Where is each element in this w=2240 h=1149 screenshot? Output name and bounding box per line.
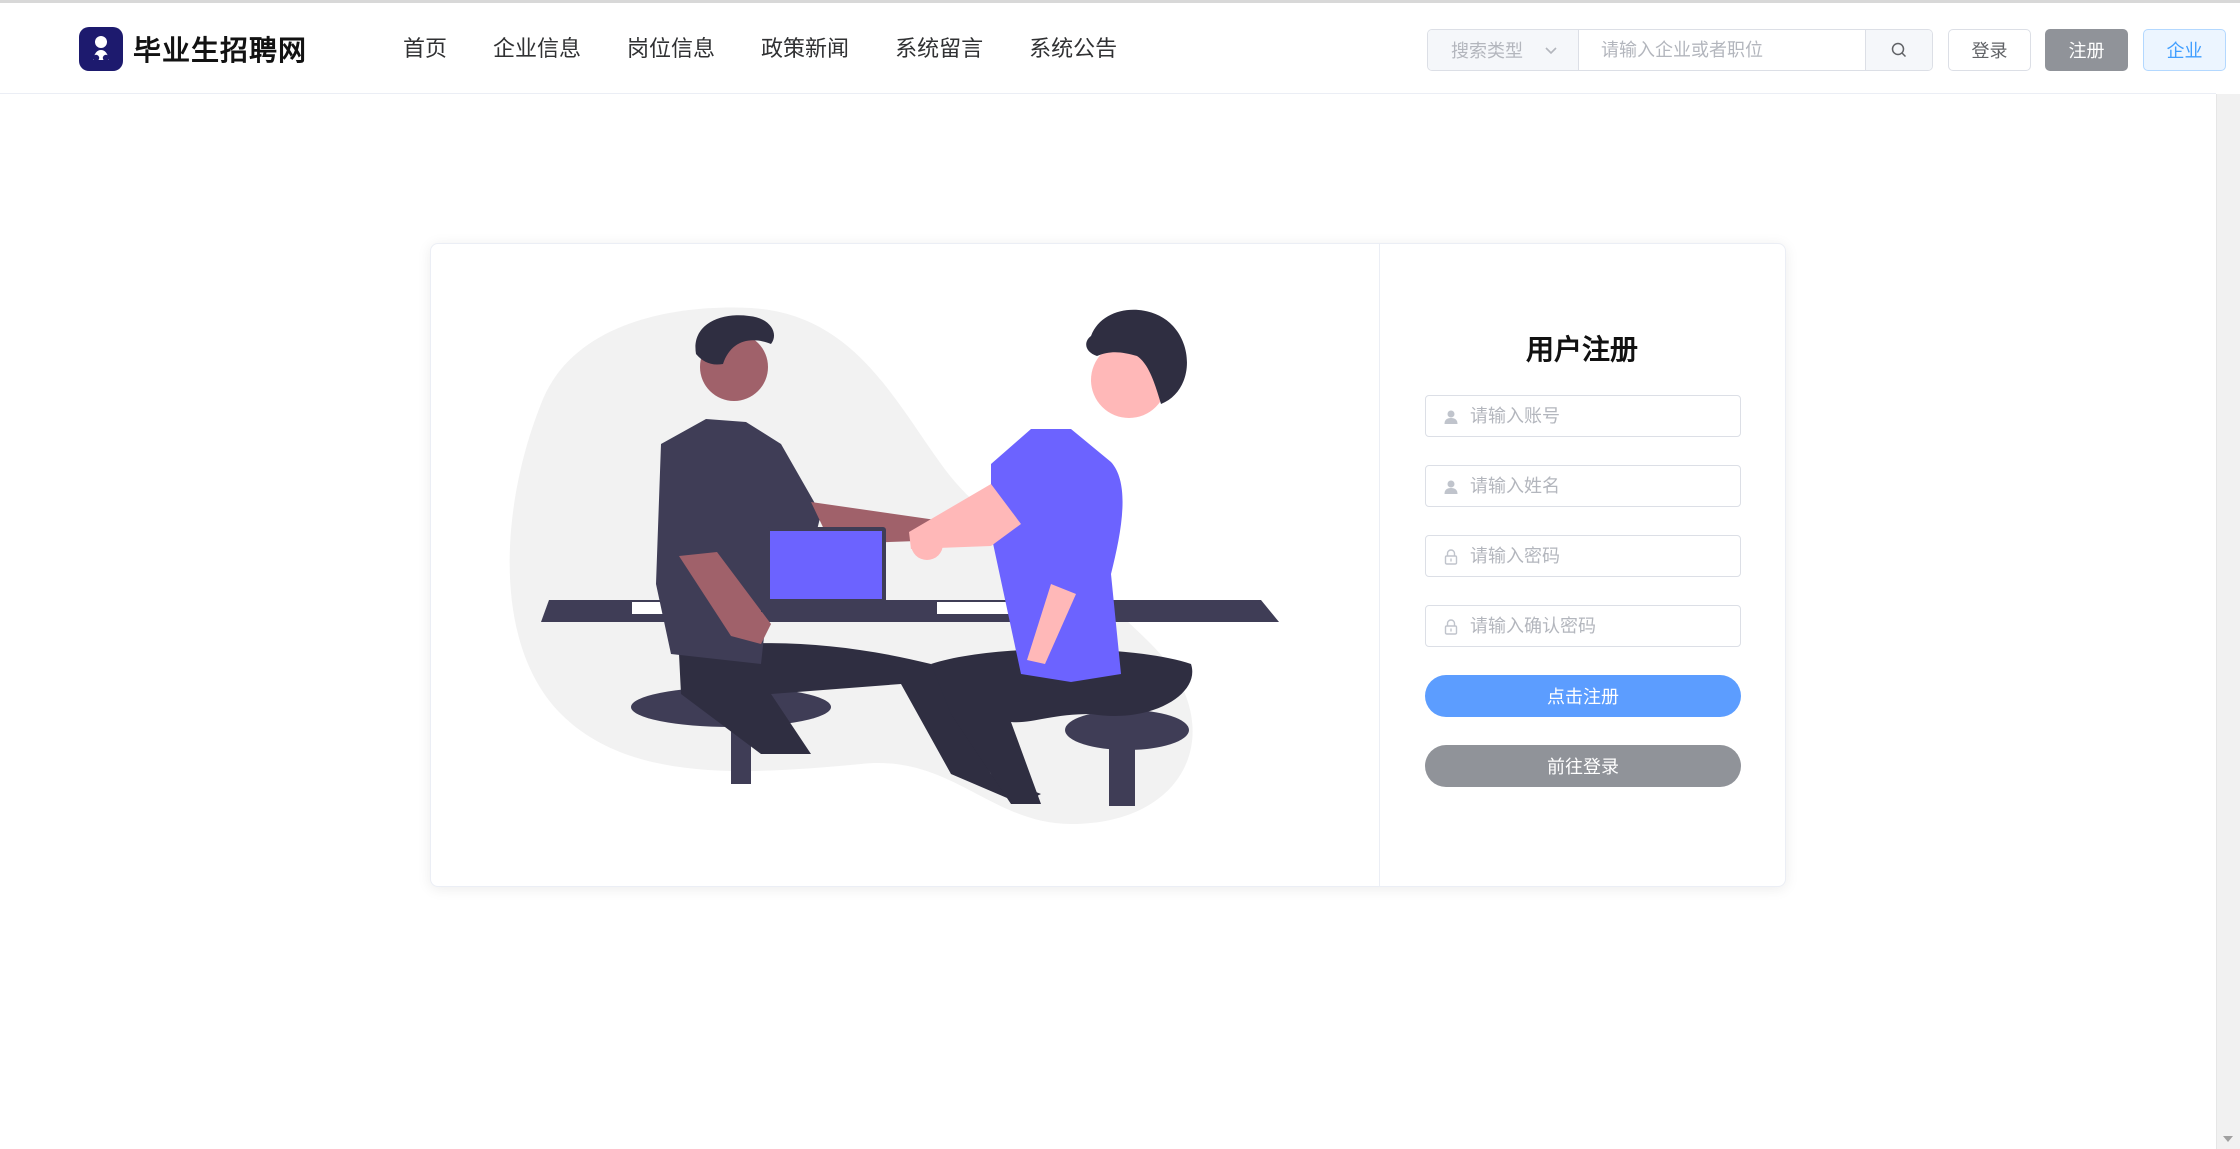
main-menu: 首页 企业信息 岗位信息 政策新闻 系统留言 系统公告 (380, 30, 1140, 70)
confirm-password-field (1425, 605, 1741, 647)
chevron-down-icon (1545, 47, 1557, 55)
account-input[interactable] (1470, 396, 1732, 436)
lock-icon (1444, 619, 1458, 635)
password-field (1425, 535, 1741, 577)
search-input[interactable] (1579, 30, 1865, 70)
site-logo[interactable]: 毕业生招聘网 (79, 26, 307, 72)
search-button[interactable] (1865, 30, 1932, 70)
nav-job-info[interactable]: 岗位信息 (604, 30, 738, 70)
account-field (1425, 395, 1741, 437)
top-navbar: 毕业生招聘网 首页 企业信息 岗位信息 政策新闻 系统留言 系统公告 搜索类型 … (0, 3, 2226, 94)
search-bar: 搜索类型 (1427, 29, 1933, 71)
card-divider (1379, 244, 1380, 886)
nav-policy-news[interactable]: 政策新闻 (738, 30, 872, 70)
login-button[interactable]: 登录 (1948, 29, 2031, 71)
user-icon (1444, 410, 1458, 424)
page-scrollbar[interactable] (2216, 94, 2240, 1149)
goto-login-button[interactable]: 前往登录 (1425, 745, 1741, 787)
name-field (1425, 465, 1741, 507)
scroll-down-arrow-icon[interactable] (2221, 1134, 2235, 1144)
logo-mark-icon (79, 27, 123, 71)
register-button[interactable]: 注册 (2045, 29, 2128, 71)
name-input[interactable] (1470, 466, 1732, 506)
company-button[interactable]: 企业 (2143, 29, 2226, 71)
nav-announcements[interactable]: 系统公告 (1006, 30, 1140, 70)
register-card: 用户注册 点击注册 前往登录 (430, 243, 1786, 887)
site-name: 毕业生招聘网 (133, 34, 308, 67)
user-icon (1444, 480, 1458, 494)
submit-register-button[interactable]: 点击注册 (1425, 675, 1741, 717)
search-type-select[interactable]: 搜索类型 (1428, 30, 1579, 70)
search-type-placeholder: 搜索类型 (1451, 41, 1523, 62)
search-icon (1891, 42, 1907, 58)
form-title: 用户注册 (1525, 333, 1638, 366)
nav-home[interactable]: 首页 (380, 30, 470, 70)
password-input[interactable] (1470, 536, 1732, 576)
handshake-illustration (509, 307, 1279, 824)
nav-messages[interactable]: 系统留言 (872, 30, 1006, 70)
lock-icon (1444, 549, 1458, 565)
nav-company-info[interactable]: 企业信息 (470, 30, 604, 70)
confirm-password-input[interactable] (1470, 606, 1732, 646)
